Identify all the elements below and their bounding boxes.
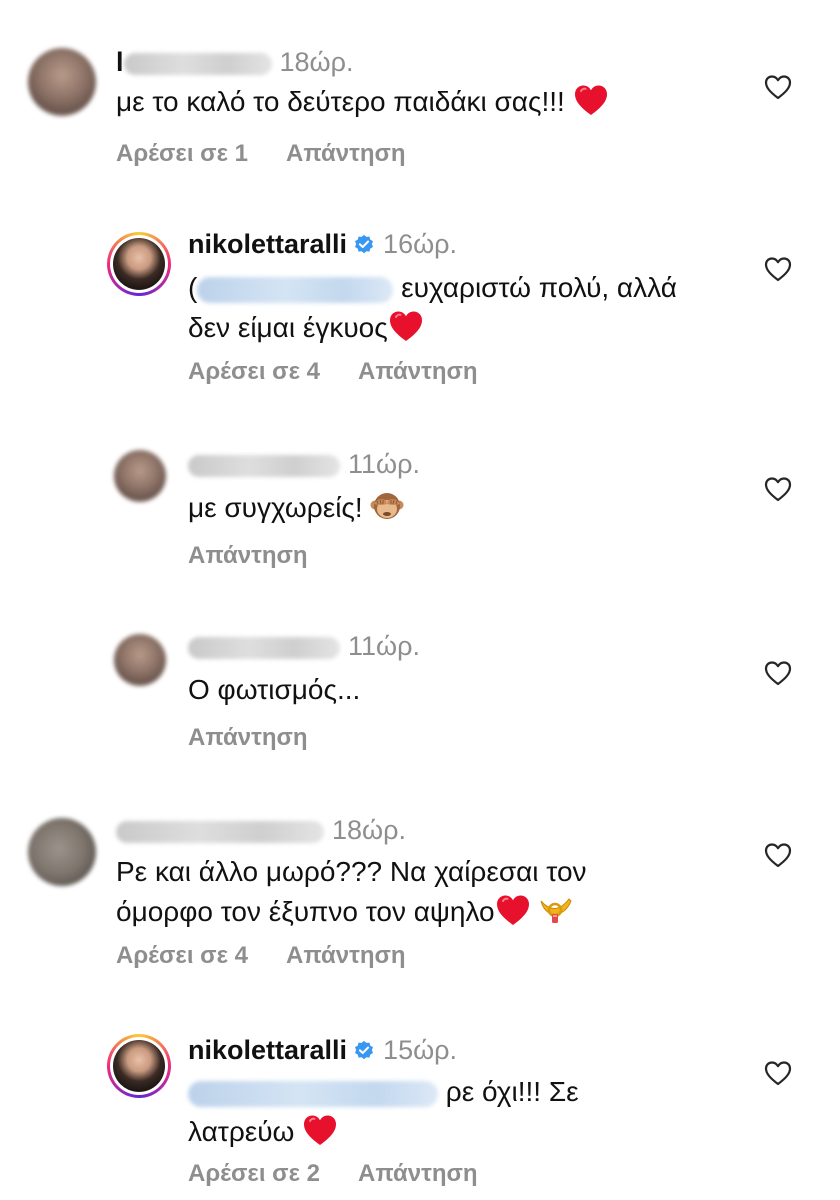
avatar-photo (113, 1040, 165, 1092)
reply-button[interactable]: Απάντηση (188, 542, 308, 569)
likes-count-button[interactable]: Αρέσει σε 2 (188, 1160, 320, 1187)
see-no-evil-monkey-emoji (370, 493, 404, 519)
avatar[interactable] (107, 232, 171, 296)
username[interactable]: nikolettaralli (188, 229, 347, 259)
comment-text: Ρε και άλλο μωρό??? Να χαίρεσαι τον όμορ… (116, 852, 587, 932)
likes-count-button[interactable]: Αρέσει σε 4 (116, 942, 248, 969)
blurred-username[interactable] (188, 636, 340, 659)
comment-header: 18ώρ. (116, 814, 406, 846)
avatar[interactable] (107, 1034, 171, 1098)
heart-emoji (388, 309, 424, 343)
blurred-username[interactable] (188, 454, 340, 477)
comment-text-body: με συγχωρείς! (188, 492, 363, 523)
comment-text: με το καλό το δεύτερο παιδάκι σας!!! (116, 82, 609, 122)
username[interactable]: l (116, 47, 124, 77)
comment-line-2: δεν είμαι έγκυος (188, 308, 677, 348)
comment-header: 11ώρ. (188, 630, 420, 662)
avatar-ring-inner (110, 235, 168, 293)
reply-button[interactable]: Απάντηση (358, 1160, 478, 1187)
comment-line-1: ( ευχαριστώ πολύ, αλλά (188, 268, 677, 308)
like-heart-icon[interactable] (764, 842, 792, 868)
avatar[interactable] (114, 634, 166, 686)
avatar[interactable] (114, 450, 166, 502)
timestamp: 15ώρ. (383, 1035, 458, 1065)
reply-button[interactable]: Απάντηση (286, 140, 406, 167)
timestamp: 16ώρ. (383, 229, 458, 259)
comment-header: 11ώρ. (188, 448, 420, 480)
timestamp: 18ώρ. (332, 815, 406, 845)
comment-text-line1: ευχαριστώ πολύ, αλλά (401, 272, 677, 303)
comment-actions: Αρέσει σε 1 Απάντηση (116, 140, 406, 168)
comment-text-line2: δεν είμαι έγκυος (188, 312, 388, 343)
postal-horn-emoji (540, 898, 572, 923)
comment-actions: Απάντηση (188, 542, 308, 570)
comment-text-body: με το καλό το δεύτερο παιδάκι σας!!! (116, 86, 565, 117)
avatar[interactable] (28, 48, 96, 116)
reply-button[interactable]: Απάντηση (358, 358, 478, 385)
comment-text-line2: όμορφο τον έξυπνο τον αψηλο (116, 896, 495, 927)
comment-text-line2: λατρεύω (188, 1116, 295, 1147)
heart-emoji (495, 893, 531, 927)
mention-prefix: ( (188, 272, 198, 303)
likes-count-button[interactable]: Αρέσει σε 4 (188, 358, 320, 385)
reply-button[interactable]: Απάντηση (286, 942, 406, 969)
username[interactable]: nikolettaralli (188, 1035, 347, 1065)
like-heart-icon[interactable] (764, 256, 792, 282)
like-heart-icon[interactable] (764, 660, 792, 686)
verified-badge-icon (353, 234, 375, 256)
blurred-username[interactable] (123, 52, 272, 75)
verified-badge-icon (353, 1040, 375, 1062)
comment-text: με συγχωρείς! (188, 488, 404, 528)
timestamp: 11ώρ. (348, 631, 420, 661)
comment-text: ρε όχι!!! Σε λατρεύω (188, 1072, 579, 1152)
comment-header: nikolettaralli 15ώρ. (188, 1034, 457, 1066)
heart-emoji (573, 83, 609, 117)
comment-actions: Αρέσει σε 2 Απάντηση (188, 1160, 478, 1188)
comment-line-1: ρε όχι!!! Σε (188, 1072, 579, 1112)
blurred-mention[interactable] (188, 1080, 438, 1107)
avatar-ring-inner (110, 1037, 168, 1095)
comment-text-line1: Ρε και άλλο μωρό??? Να χαίρεσαι τον (116, 856, 587, 887)
like-heart-icon[interactable] (764, 1060, 792, 1086)
timestamp: 18ώρ. (279, 47, 354, 77)
like-heart-icon[interactable] (764, 74, 792, 100)
like-heart-icon[interactable] (764, 476, 792, 502)
comment-actions: Αρέσει σε 4 Απάντηση (116, 942, 406, 970)
comment-line-2: όμορφο τον έξυπνο τον αψηλο (116, 892, 587, 932)
comment-actions: Απάντηση (188, 724, 308, 752)
comment-text-line1: ρε όχι!!! Σε (445, 1076, 579, 1107)
comment-text: ( ευχαριστώ πολύ, αλλά δεν είμαι έγκυος (188, 268, 677, 348)
heart-emoji (302, 1113, 338, 1147)
avatar-photo (113, 238, 165, 290)
avatar[interactable] (28, 818, 96, 886)
comment-text-body: Ο φωτισμός... (188, 674, 361, 705)
likes-count-button[interactable]: Αρέσει σε 1 (116, 140, 248, 167)
comment-line-2: λατρεύω (188, 1112, 579, 1152)
comment-actions: Αρέσει σε 4 Απάντηση (188, 358, 478, 386)
blurred-username[interactable] (116, 820, 324, 843)
comment-header: nikolettaralli 16ώρ. (188, 228, 457, 260)
timestamp: 11ώρ. (348, 449, 420, 479)
comment-header: l 18ώρ. (116, 46, 354, 78)
reply-button[interactable]: Απάντηση (188, 724, 308, 751)
blurred-mention[interactable] (197, 276, 394, 303)
comment-text: Ο φωτισμός... (188, 670, 360, 710)
